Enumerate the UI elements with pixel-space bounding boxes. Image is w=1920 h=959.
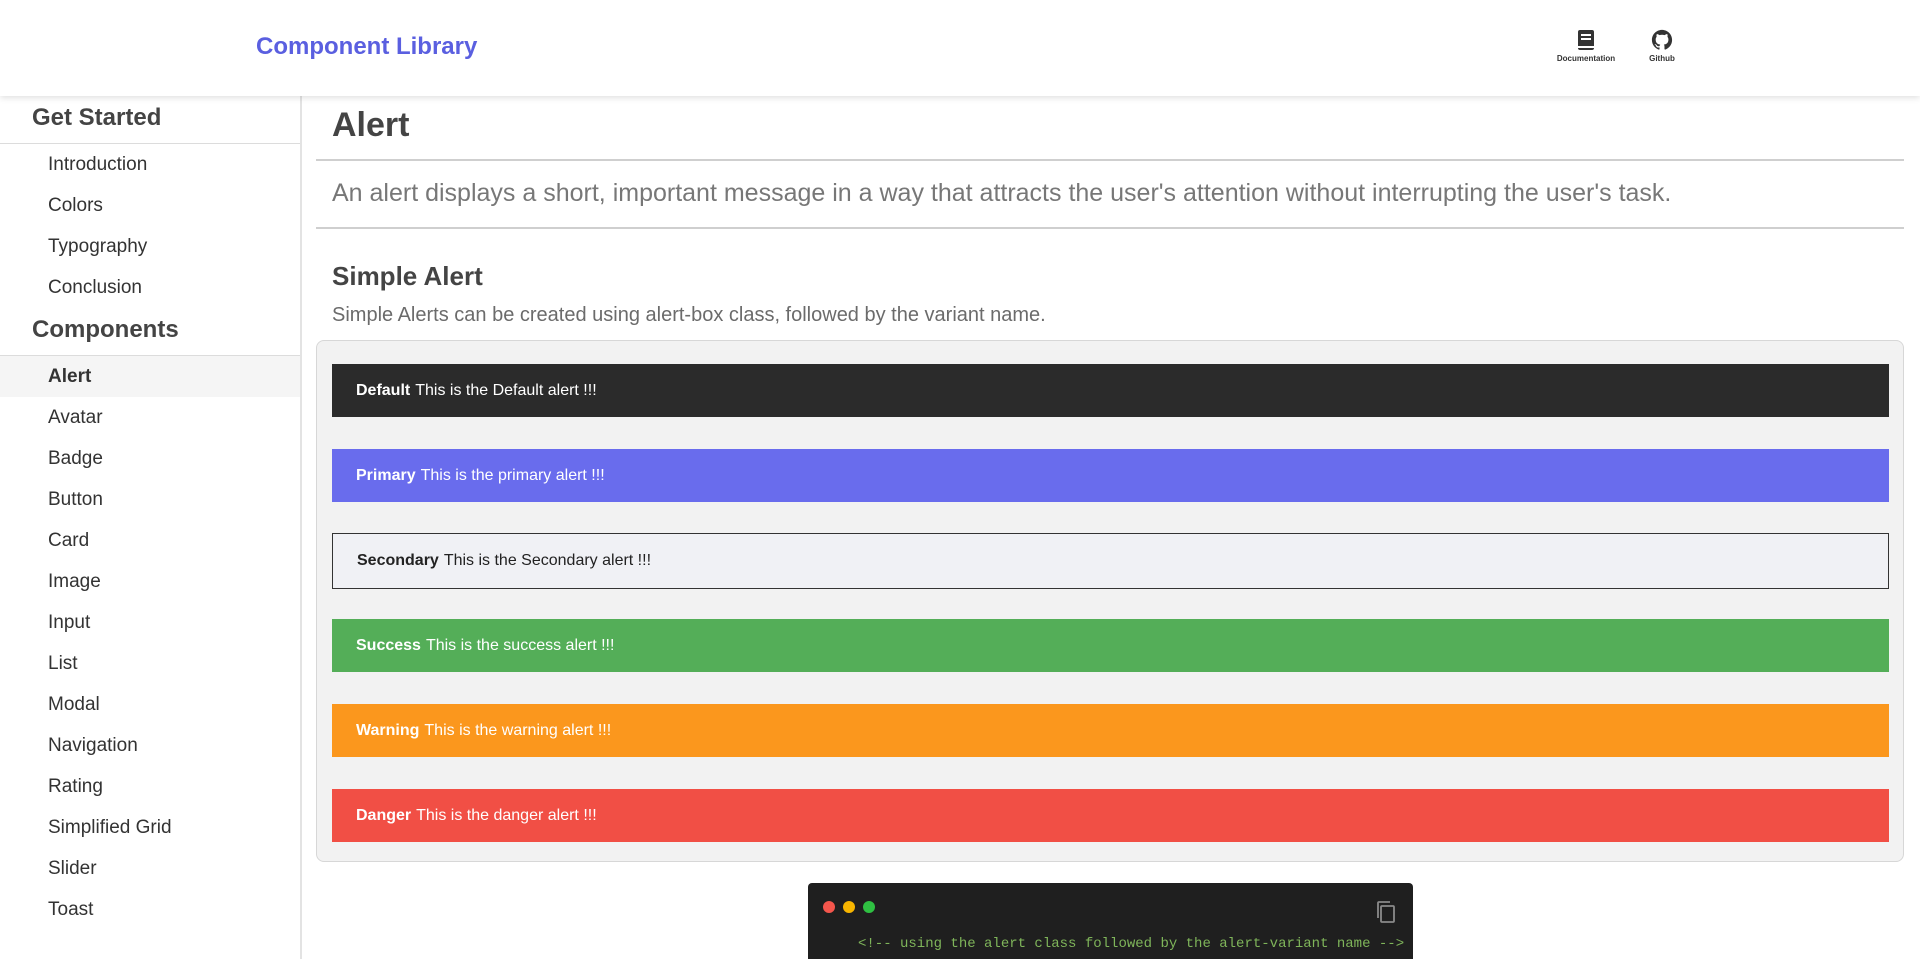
alert-warning: Warning This is the warning alert !!! <box>332 704 1889 757</box>
sidebar-item-image[interactable]: Image <box>0 561 300 602</box>
divider <box>316 159 1904 161</box>
divider <box>316 227 1904 229</box>
alert-secondary: Secondary This is the Secondary alert !!… <box>332 533 1889 589</box>
alert-variant-label: Warning <box>356 721 420 739</box>
alert-message: This is the success alert !!! <box>425 636 615 654</box>
github-icon <box>1651 29 1673 51</box>
window-close-dot <box>823 901 835 913</box>
alert-message: This is the warning alert !!! <box>424 721 612 739</box>
sidebar-section-get-started: Get Started <box>0 96 300 144</box>
alert-variant-label: Default <box>356 381 411 399</box>
window-minimize-dot <box>843 901 855 913</box>
sidebar-item-colors[interactable]: Colors <box>0 185 300 226</box>
main-content: Alert An alert displays a short, importa… <box>316 96 1904 959</box>
alert-message: This is the Secondary alert !!! <box>443 552 652 569</box>
brand-logo-text[interactable]: Component Library <box>256 33 477 61</box>
documentation-link[interactable]: Documentation <box>1555 29 1617 63</box>
github-label: Github <box>1649 54 1675 63</box>
sidebar-item-input[interactable]: Input <box>0 602 300 643</box>
documentation-label: Documentation <box>1556 54 1616 63</box>
alert-variant-label: Success <box>356 636 421 654</box>
sidebar-item-modal[interactable]: Modal <box>0 684 300 725</box>
sidebar: Get Started Introduction Colors Typograp… <box>0 96 302 959</box>
alert-success: Success This is the success alert !!! <box>332 619 1889 672</box>
sidebar-item-button[interactable]: Button <box>0 479 300 520</box>
alert-message: This is the danger alert !!! <box>416 806 597 824</box>
header-links: Documentation Github <box>1555 29 1693 63</box>
sidebar-item-navigation[interactable]: Navigation <box>0 725 300 766</box>
alert-variant-label: Secondary <box>357 552 439 569</box>
sidebar-item-slider[interactable]: Slider <box>0 848 300 889</box>
sidebar-section-components: Components <box>0 308 300 356</box>
sidebar-item-alert[interactable]: Alert <box>0 356 300 397</box>
section-title: Simple Alert <box>332 261 483 291</box>
code-comment: <!-- using the alert class followed by t… <box>858 936 1405 952</box>
window-maximize-dot <box>863 901 875 913</box>
sidebar-item-list[interactable]: List <box>0 643 300 684</box>
alert-danger: Danger This is the danger alert !!! <box>332 789 1889 842</box>
sidebar-item-toast[interactable]: Toast <box>0 889 300 930</box>
sidebar-item-simplified-grid[interactable]: Simplified Grid <box>0 807 300 848</box>
alert-message: This is the primary alert !!! <box>420 466 605 484</box>
alert-demo-box: Default This is the Default alert !!! Pr… <box>316 340 1904 862</box>
code-block: <!-- using the alert class followed by t… <box>808 883 1413 959</box>
alert-default: Default This is the Default alert !!! <box>332 364 1889 417</box>
page-description: An alert displays a short, important mes… <box>332 179 1672 207</box>
alert-variant-label: Primary <box>356 466 416 484</box>
top-navbar: Component Library Documentation Github <box>0 0 1920 96</box>
copy-icon[interactable] <box>1375 900 1397 924</box>
alert-variant-label: Danger <box>356 806 412 824</box>
sidebar-item-rating[interactable]: Rating <box>0 766 300 807</box>
sidebar-item-introduction[interactable]: Introduction <box>0 144 300 185</box>
sidebar-item-badge[interactable]: Badge <box>0 438 300 479</box>
sidebar-item-conclusion[interactable]: Conclusion <box>0 267 300 308</box>
sidebar-item-avatar[interactable]: Avatar <box>0 397 300 438</box>
sidebar-item-typography[interactable]: Typography <box>0 226 300 267</box>
alert-message: This is the Default alert !!! <box>415 381 597 399</box>
github-link[interactable]: Github <box>1631 29 1693 63</box>
book-icon <box>1575 29 1597 51</box>
alert-primary: Primary This is the primary alert !!! <box>332 449 1889 502</box>
section-description: Simple Alerts can be created using alert… <box>332 304 1046 326</box>
page-title: Alert <box>332 106 410 144</box>
sidebar-item-card[interactable]: Card <box>0 520 300 561</box>
